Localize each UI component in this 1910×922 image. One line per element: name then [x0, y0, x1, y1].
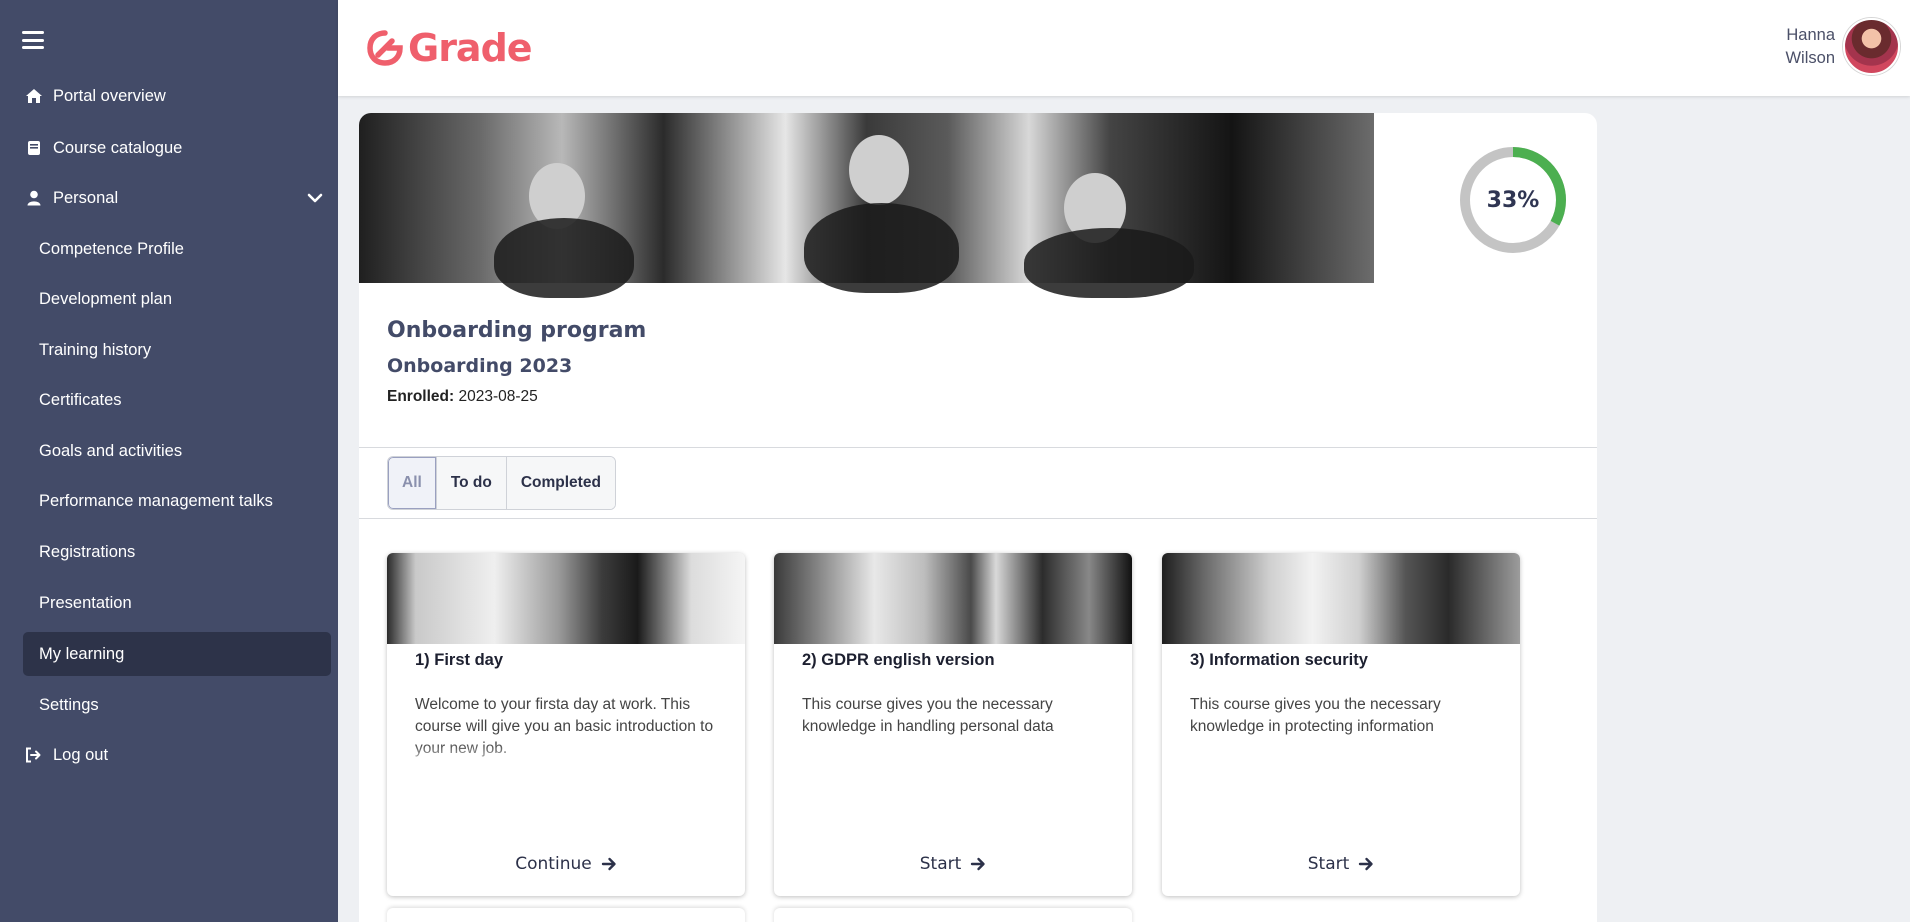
program-card: 33% Onboarding program Onboarding 2023 E…: [359, 113, 1597, 922]
home-icon: [23, 87, 45, 105]
sidebar-item-label: Performance management talks: [39, 491, 273, 510]
menu-icon[interactable]: [22, 31, 44, 49]
arrow-right-icon: [970, 856, 986, 872]
sidebar-item-certificates[interactable]: Certificates: [23, 378, 331, 422]
course-action-label: Continue: [515, 854, 592, 874]
course-card[interactable]: 1) First day Welcome to your firsta day …: [387, 553, 745, 896]
tab-completed[interactable]: Completed: [506, 457, 615, 509]
course-title: 3) Information security: [1190, 651, 1368, 669]
course-description: This course gives you the necessary know…: [1190, 696, 1441, 735]
continue-button[interactable]: Continue: [387, 849, 745, 879]
filter-tabs: All To do Completed: [387, 456, 616, 510]
progress-percentage: 33%: [1486, 187, 1540, 213]
program-title: Onboarding program: [387, 318, 647, 343]
course-action-label: Start: [1307, 854, 1350, 874]
sidebar-item-personal[interactable]: Personal: [23, 176, 323, 220]
sidebar-item-portal-overview[interactable]: Portal overview: [23, 74, 323, 118]
tab-to-do[interactable]: To do: [436, 457, 507, 509]
course-card[interactable]: 2) GDPR english version This course give…: [774, 553, 1132, 896]
arrow-right-icon: [1358, 856, 1374, 872]
sidebar-item-presentation[interactable]: Presentation: [23, 581, 331, 625]
brand-logo[interactable]: Grade: [366, 26, 533, 70]
course-title: 1) First day: [415, 651, 504, 669]
course-card[interactable]: 3) Information security This course give…: [1162, 553, 1520, 896]
course-card-peek: [387, 908, 745, 922]
sidebar-item-performance-management-talks[interactable]: Performance management talks: [23, 479, 331, 523]
course-title: 2) GDPR english version: [802, 651, 995, 669]
sidebar: Portal overview Course catalogue Persona…: [0, 0, 338, 922]
sidebar-item-label: Personal: [53, 188, 119, 207]
sidebar-item-log-out[interactable]: Log out: [23, 733, 323, 777]
sidebar-item-label: Portal overview: [53, 86, 166, 105]
divider: [359, 518, 1597, 519]
sidebar-item-label: Registrations: [39, 542, 136, 561]
sidebar-item-label: Competence Profile: [39, 239, 184, 258]
user-last-name: Wilson: [1785, 48, 1835, 67]
user-icon: [23, 189, 45, 207]
top-header: Grade Hanna Wilson: [338, 0, 1910, 96]
enrolled-info: Enrolled: 2023-08-25: [387, 388, 538, 406]
sidebar-item-competence-profile[interactable]: Competence Profile: [23, 227, 331, 271]
sidebar-item-label: Development plan: [39, 289, 172, 308]
sidebar-item-goals-and-activities[interactable]: Goals and activities: [23, 429, 331, 473]
course-action-label: Start: [919, 854, 962, 874]
start-button[interactable]: Start: [1162, 849, 1520, 879]
sidebar-item-label: Settings: [39, 695, 99, 714]
user-menu[interactable]: Hanna Wilson: [1785, 18, 1900, 75]
course-image: [774, 553, 1132, 644]
brand-name: Grade: [408, 26, 533, 70]
user-first-name: Hanna: [1786, 25, 1835, 44]
description-fade: [387, 743, 745, 771]
course-card-peek: [774, 908, 1132, 922]
sidebar-item-development-plan[interactable]: Development plan: [23, 277, 331, 321]
sidebar-item-label: Training history: [39, 340, 152, 359]
grade-logo-icon: [367, 30, 403, 66]
book-icon: [23, 139, 45, 157]
sidebar-item-my-learning[interactable]: My learning: [23, 632, 331, 676]
enrolled-label: Enrolled:: [387, 388, 455, 405]
sidebar-item-training-history[interactable]: Training history: [23, 328, 331, 372]
sidebar-item-settings[interactable]: Settings: [23, 683, 331, 727]
course-description: This course gives you the necessary know…: [802, 696, 1054, 735]
course-image: [387, 553, 745, 644]
program-subtitle: Onboarding 2023: [387, 355, 573, 377]
sidebar-item-label: Log out: [53, 745, 109, 764]
enrolled-date: 2023-08-25: [458, 388, 538, 405]
sidebar-item-course-catalogue[interactable]: Course catalogue: [23, 126, 323, 170]
avatar[interactable]: [1843, 18, 1900, 75]
sidebar-item-registrations[interactable]: Registrations: [23, 530, 331, 574]
sidebar-item-label: Certificates: [39, 390, 122, 409]
chevron-down-icon[interactable]: [307, 189, 323, 208]
sidebar-item-label: Presentation: [39, 593, 132, 612]
sidebar-item-label: My learning: [39, 644, 125, 663]
logout-icon: [23, 746, 45, 764]
start-button[interactable]: Start: [774, 849, 1132, 879]
sidebar-item-label: Course catalogue: [53, 138, 183, 157]
course-image: [1162, 553, 1520, 644]
arrow-right-icon: [601, 856, 617, 872]
tab-all[interactable]: All: [388, 457, 437, 509]
program-hero-image: [359, 113, 1374, 298]
divider: [359, 447, 1597, 448]
user-name: Hanna Wilson: [1785, 24, 1835, 70]
sidebar-item-label: Goals and activities: [39, 441, 183, 460]
